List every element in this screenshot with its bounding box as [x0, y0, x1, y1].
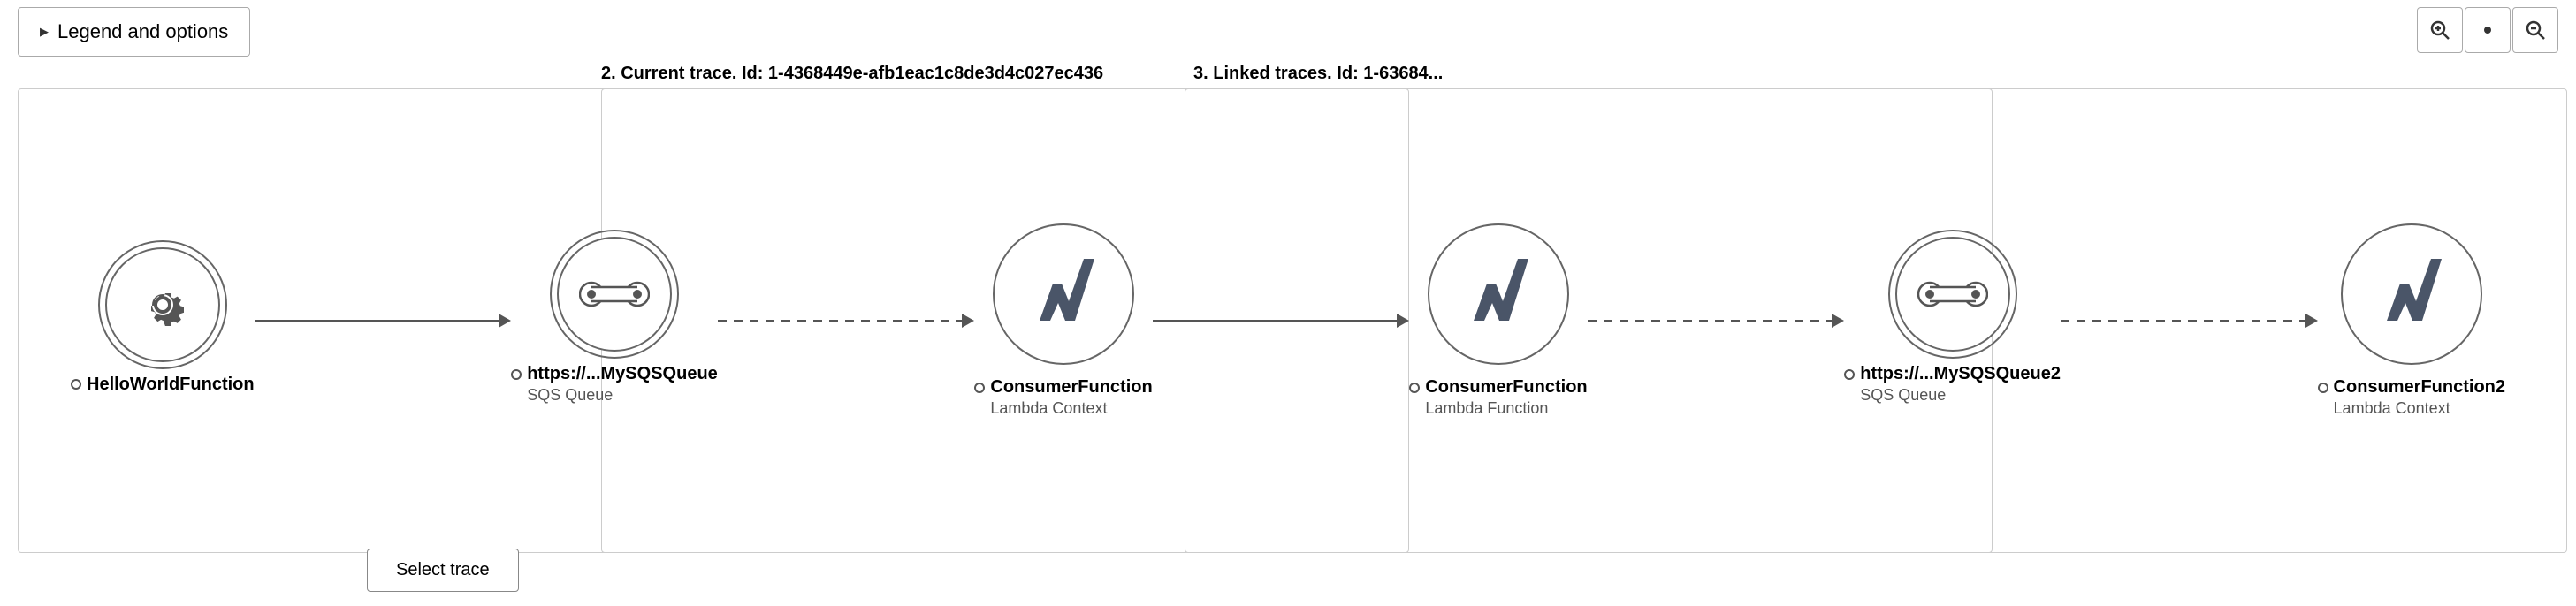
node-consumer3-type: Lambda Context: [2334, 399, 2450, 418]
node-consumer1-label: ConsumerFunction Lambda Context: [974, 377, 1152, 418]
node-consumer2-dot: [1409, 383, 1420, 393]
node-consumer3: ConsumerFunction2 Lambda Context: [2318, 223, 2505, 418]
node-hello-dot: [71, 379, 81, 390]
node-sqs2-label: https://...MySQSQueue2 SQS Queue: [1844, 364, 2061, 405]
node-consumer2-name: ConsumerFunction: [1425, 377, 1587, 398]
node-consumer1-dot: [974, 383, 985, 393]
section-1-label: 2. Current trace. Id: 1-4368449e-afb1eac…: [601, 64, 1103, 84]
zoom-controls: [2417, 7, 2558, 53]
zoom-center-button[interactable]: [2465, 7, 2511, 53]
lambda-icon-1: [1026, 257, 1101, 332]
nodes-row: HelloWorldFunction: [0, 223, 2576, 418]
node-consumer2-circle: [1428, 223, 1569, 365]
sqs-icon: [579, 276, 650, 312]
node-consumer3-label: ConsumerFunction2 Lambda Context: [2318, 377, 2505, 418]
connector-3: [1153, 314, 1410, 328]
node-sqs1-circle: [557, 237, 672, 352]
legend-label: Legend and options: [57, 20, 228, 43]
zoom-out-button[interactable]: [2512, 7, 2558, 53]
select-trace-button[interactable]: Select trace: [367, 549, 519, 592]
connector-5: [2061, 314, 2318, 328]
node-sqs1-type: SQS Queue: [527, 386, 613, 405]
node-sqs2-type: SQS Queue: [1860, 386, 1946, 405]
legend-arrow-icon: ▶: [40, 25, 49, 39]
node-hello: HelloWorldFunction: [71, 247, 255, 395]
connector-1: [255, 314, 512, 328]
node-consumer2-type: Lambda Function: [1425, 399, 1548, 418]
node-sqs2: https://...MySQSQueue2 SQS Queue: [1844, 237, 2061, 405]
node-consumer3-name: ConsumerFunction2: [2334, 377, 2505, 398]
node-consumer3-dot: [2318, 383, 2328, 393]
lambda-icon-2: [1460, 257, 1536, 332]
connector-2-line: [718, 320, 963, 322]
node-consumer3-circle: [2341, 223, 2482, 365]
connector-2: [718, 314, 975, 328]
gear-icon: [136, 278, 189, 331]
connector-3-arrow: [1397, 314, 1409, 328]
connector-3-line: [1153, 320, 1398, 322]
node-consumer1-type: Lambda Context: [990, 399, 1107, 418]
node-consumer2: ConsumerFunction Lambda Function: [1409, 223, 1587, 418]
main-container: ▶ Legend and options 2. Curr: [0, 0, 2576, 606]
lambda-icon-3: [2374, 257, 2449, 332]
legend-panel[interactable]: ▶ Legend and options: [18, 7, 250, 57]
node-hello-circle: [105, 247, 220, 362]
node-sqs2-circle: [1895, 237, 2010, 352]
connector-1-line: [255, 320, 499, 322]
node-consumer1-name: ConsumerFunction: [990, 377, 1152, 398]
connector-4: [1588, 314, 1845, 328]
node-sqs1-label: https://...MySQSQueue SQS Queue: [511, 364, 718, 405]
node-sqs1-name: https://...MySQSQueue: [527, 364, 718, 384]
node-sqs2-dot: [1844, 369, 1855, 380]
connector-1-arrow: [499, 314, 511, 328]
section-2-label: 3. Linked traces. Id: 1-63684...: [1193, 64, 1443, 84]
connector-5-arrow: [2305, 314, 2318, 328]
node-consumer2-label: ConsumerFunction Lambda Function: [1409, 377, 1587, 418]
node-hello-name: HelloWorldFunction: [87, 375, 255, 395]
connector-4-line: [1588, 320, 1833, 322]
zoom-in-button[interactable]: [2417, 7, 2463, 53]
node-consumer1: ConsumerFunction Lambda Context: [974, 223, 1152, 418]
connector-2-arrow: [962, 314, 974, 328]
node-sqs1: https://...MySQSQueue SQS Queue: [511, 237, 718, 405]
connector-5-line: [2061, 320, 2305, 322]
node-sqs2-name: https://...MySQSQueue2: [1860, 364, 2061, 384]
sqs-icon-2: [1917, 276, 1988, 312]
node-sqs1-dot: [511, 369, 522, 380]
connector-4-arrow: [1832, 314, 1844, 328]
diagram-area: HelloWorldFunction: [0, 88, 2576, 553]
node-consumer1-circle: [993, 223, 1134, 365]
node-hello-label: HelloWorldFunction: [71, 375, 255, 395]
